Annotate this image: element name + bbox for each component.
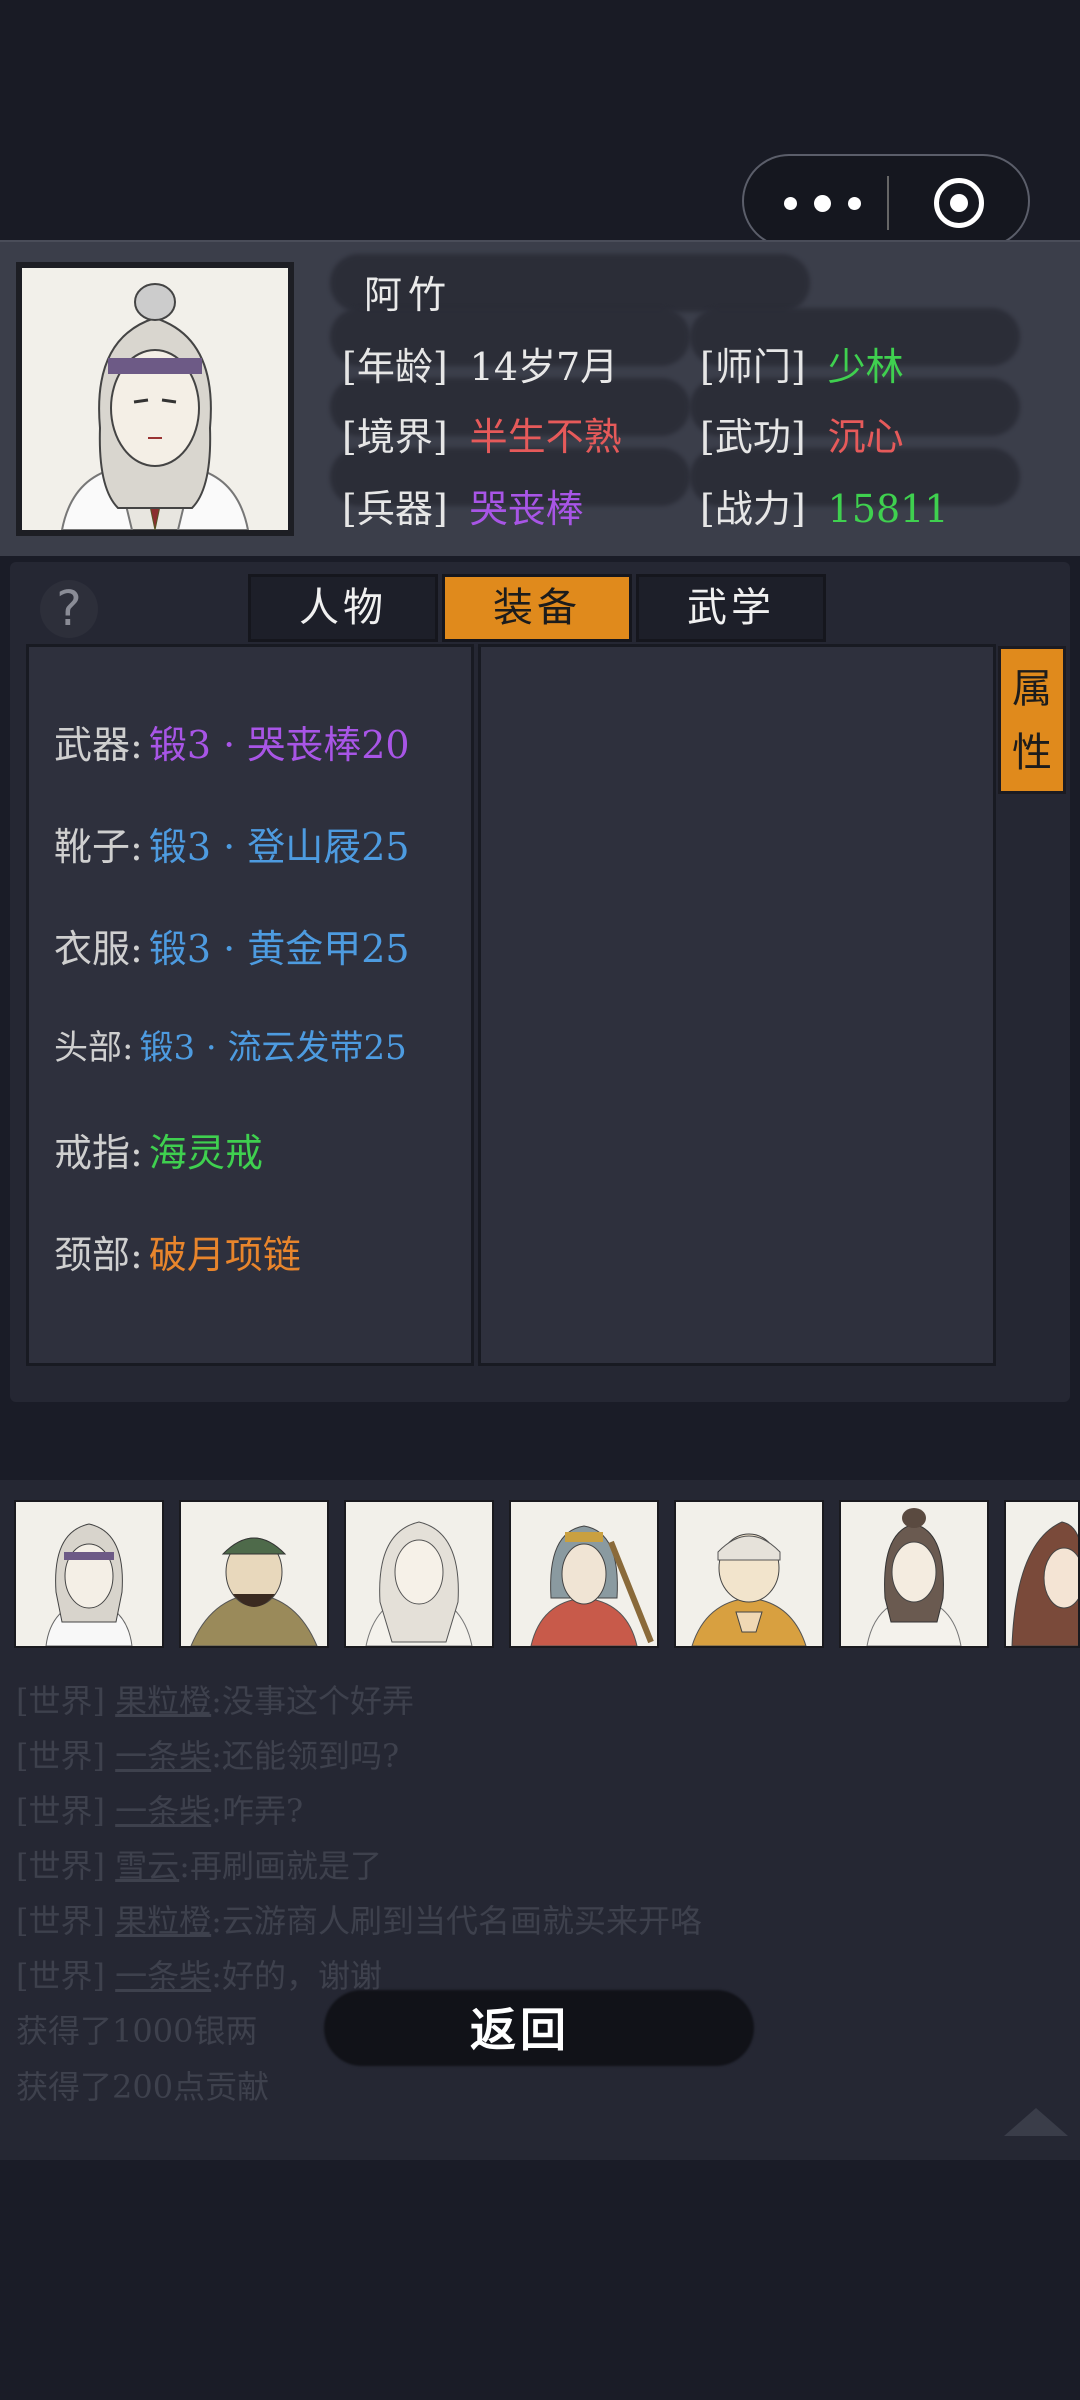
sect-label: [师门] xyxy=(700,345,806,389)
chat-message: [世界] 一条柴:还能领到吗? xyxy=(16,1731,399,1777)
equipment-item-name[interactable]: 锻3 · 哭丧棒20 xyxy=(149,723,410,767)
power-label: [战力] xyxy=(700,487,806,531)
party-member-5[interactable] xyxy=(674,1500,824,1648)
tab-martial-arts[interactable]: 武学 xyxy=(636,574,826,642)
party-member-1[interactable] xyxy=(14,1500,164,1648)
chat-channel: [世界] xyxy=(16,1957,105,1995)
sect-row: [师门] 少林 xyxy=(700,336,904,391)
chat-channel: [世界] xyxy=(16,1792,105,1830)
chat-message: [世界] 果粒橙:没事这个好弄 xyxy=(16,1676,414,1722)
equipment-slot-label: 戒指: xyxy=(54,1131,143,1175)
chat-user-link[interactable]: 一条柴 xyxy=(115,1957,211,1995)
realm-label: [境界] xyxy=(342,415,448,459)
character-name: 阿竹 xyxy=(364,273,453,317)
party-member-6[interactable] xyxy=(839,1500,989,1648)
chat-text: :云游商人刷到当代名画就买来开咯 xyxy=(211,1902,702,1940)
chat-user-link[interactable]: 一条柴 xyxy=(115,1792,211,1830)
age-label: [年龄] xyxy=(342,345,448,389)
attributes-tab-char-2: 性 xyxy=(1012,730,1052,776)
party-member-7[interactable] xyxy=(1004,1500,1080,1648)
party-member-4[interactable] xyxy=(509,1500,659,1648)
equipment-item-name[interactable]: 破月项链 xyxy=(149,1233,301,1277)
martial-value: 沉心 xyxy=(827,415,904,459)
close-target-icon[interactable] xyxy=(934,178,984,228)
reward-message: 获得了200点贡献 xyxy=(16,2068,270,2106)
weapon-label: [兵器] xyxy=(342,487,448,531)
equipment-item-name[interactable]: 锻3 · 黄金甲25 xyxy=(149,927,410,971)
chat-channel: [世界] xyxy=(16,1737,105,1775)
chat-text: :没事这个好弄 xyxy=(211,1682,414,1720)
chat-user-link[interactable]: 一条柴 xyxy=(115,1737,211,1775)
chat-message: [世界] 雪云:再刷画就是了 xyxy=(16,1841,382,1887)
equipment-row[interactable]: 颈部: 破月项链 xyxy=(54,1224,301,1279)
chat-message: [世界] 一条柴:咋弄? xyxy=(16,1786,303,1832)
sect-value: 少林 xyxy=(827,345,904,389)
attributes-tab-char-1: 属 xyxy=(1012,666,1052,712)
collapse-arrow-icon[interactable] xyxy=(1004,2108,1068,2136)
power-value: 15811 xyxy=(827,487,949,531)
chat-text: :还能领到吗? xyxy=(211,1737,400,1775)
equipment-slot-label: 头部: xyxy=(54,1028,134,1068)
equipment-slot-label: 靴子: xyxy=(54,825,143,869)
character-portrait xyxy=(16,262,294,536)
realm-value: 半生不熟 xyxy=(469,415,622,459)
equipment-row[interactable]: 衣服: 锻3 · 黄金甲25 xyxy=(54,918,410,973)
equipment-detail xyxy=(478,644,996,1366)
help-icon[interactable]: ? xyxy=(40,580,98,638)
mini-program-capsule xyxy=(742,154,1030,248)
tab-character[interactable]: 人物 xyxy=(248,574,438,642)
more-icon[interactable] xyxy=(784,178,874,224)
chat-user-link[interactable]: 果粒橙 xyxy=(115,1682,211,1720)
equipment-row[interactable]: 戒指: 海灵戒 xyxy=(54,1122,263,1177)
equipment-row[interactable]: 武器: 锻3 · 哭丧棒20 xyxy=(54,714,410,769)
capsule-divider xyxy=(887,176,889,230)
age-value: 14岁7月 xyxy=(469,345,619,389)
portrait-illustration xyxy=(22,268,288,530)
character-header: 阿竹 [年龄] 14岁7月 [师门] 少林 [境界] 半生不熟 [武功] 沉心 [兵器]… xyxy=(0,240,1080,556)
chat-user-link[interactable]: 果粒橙 xyxy=(115,1902,211,1940)
realm-row: [境界] 半生不熟 xyxy=(342,406,622,461)
chat-channel: [世界] xyxy=(16,1847,105,1885)
equipment-item-name[interactable]: 海灵戒 xyxy=(149,1131,263,1175)
chat-user-link[interactable]: 雪云 xyxy=(115,1847,179,1885)
chat-message: [世界] 果粒橙:云游商人刷到当代名画就买来开咯 xyxy=(16,1896,702,1942)
tab-attributes[interactable]: 属 性 xyxy=(998,646,1066,794)
back-button[interactable]: 返回 xyxy=(420,1994,620,2060)
chat-text: :再刷画就是了 xyxy=(179,1847,382,1885)
equipment-row[interactable]: 靴子: 锻3 · 登山屐25 xyxy=(54,816,410,871)
chat-text: :咋弄? xyxy=(211,1792,304,1830)
party-bar xyxy=(0,1500,1080,1650)
equipment-item-name[interactable]: 锻3 · 流云发带25 xyxy=(139,1028,406,1068)
chat-channel: [世界] xyxy=(16,1902,105,1940)
weapon-row: [兵器] 哭丧棒 xyxy=(342,478,584,533)
footer-area xyxy=(0,2160,1080,2400)
party-member-2[interactable] xyxy=(179,1500,329,1648)
equipment-slot-label: 衣服: xyxy=(54,927,143,971)
martial-row: [武功] 沉心 xyxy=(700,406,904,461)
weapon-value: 哭丧棒 xyxy=(469,487,584,531)
party-member-3[interactable] xyxy=(344,1500,494,1648)
power-row: [战力] 15811 xyxy=(700,478,949,533)
tab-equipment[interactable]: 装备 xyxy=(442,574,632,642)
equipment-item-name[interactable]: 锻3 · 登山屐25 xyxy=(149,825,410,869)
equipment-slot-label: 颈部: xyxy=(54,1233,143,1277)
reward-message: 获得了1000银两 xyxy=(16,2012,258,2050)
chat-message: [世界] 一条柴:好的，谢谢 xyxy=(16,1951,382,1997)
equipment-row[interactable]: 头部: 锻3 · 流云发带25 xyxy=(54,1020,407,1069)
martial-label: [武功] xyxy=(700,415,806,459)
age-row: [年龄] 14岁7月 xyxy=(342,336,618,391)
chat-channel: [世界] xyxy=(16,1682,105,1720)
equipment-slot-label: 武器: xyxy=(54,723,143,767)
